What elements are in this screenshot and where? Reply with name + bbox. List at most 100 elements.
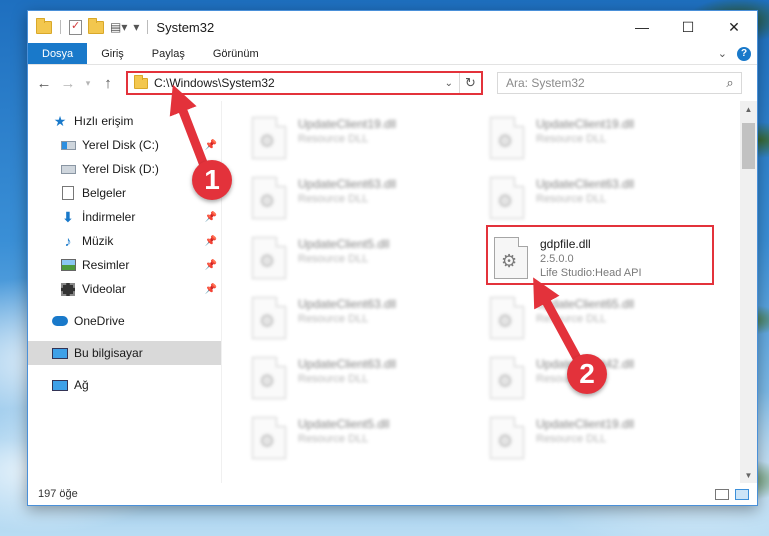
dll-file-icon: ⚙ — [252, 417, 286, 459]
back-arrow-icon[interactable]: ← — [34, 75, 54, 92]
cloud-icon — [52, 314, 68, 328]
file-item[interactable]: ⚙ UpdateClient19.dll Resource DLL — [490, 109, 728, 169]
music-note-icon: ♪ — [64, 233, 72, 249]
tab-home[interactable]: Giriş — [87, 43, 138, 64]
new-folder-icon[interactable] — [88, 17, 104, 34]
file-item[interactable]: ⚙ UpdateClient65.dll Resource DLL — [490, 289, 728, 349]
tab-view[interactable]: Görünüm — [199, 43, 273, 64]
file-description: Resource DLL — [298, 253, 369, 265]
address-bar[interactable]: C:\Windows\System32 ⌄ ↻ — [126, 71, 483, 95]
file-name: UpdateClient63.dll — [298, 357, 397, 371]
file-item[interactable]: ⚙ UpdateClient5.dll Resource DLL — [252, 229, 490, 289]
pin-icon[interactable]: 📌 — [205, 212, 217, 223]
file-description: Resource DLL — [298, 373, 369, 385]
sidebar-item-label: Yerel Disk (C:) — [82, 138, 159, 152]
navigation-pane: ★ Hızlı erişim Yerel Disk (C:) 📌 Yerel D… — [28, 101, 222, 483]
navigation-bar: ← → ▾ ↑ C:\Windows\System32 ⌄ ↻ Ara: Sys… — [28, 65, 757, 101]
ribbon-right-controls: ⌄ ? — [718, 43, 757, 64]
sidebar-item-this-pc[interactable]: Bu bilgisayar — [28, 341, 221, 365]
pictures-icon — [60, 258, 76, 272]
expand-ribbon-chevron-icon[interactable]: ⌄ — [718, 47, 727, 60]
pin-icon[interactable]: 📌 — [205, 284, 217, 295]
folder-icon — [134, 74, 148, 89]
maximize-button[interactable]: ☐ — [665, 11, 711, 43]
dll-file-icon: ⚙ — [490, 357, 524, 399]
dll-file-icon: ⚙ — [252, 297, 286, 339]
search-input[interactable]: Ara: System32 — [506, 76, 719, 90]
file-list-pane: ⚙ UpdateClient19.dll Resource DLL ⚙ Updat… — [222, 101, 757, 483]
sidebar-item-network[interactable]: Ağ — [28, 373, 221, 397]
file-item[interactable]: ⚙ UpdateClient19.dll Resource DLL — [490, 409, 728, 469]
vertical-scrollbar[interactable]: ▲ ▼ — [740, 101, 757, 483]
toolbar-separator — [60, 20, 61, 34]
pin-icon[interactable]: 📌 — [205, 236, 217, 247]
dropdown-arrow-icon[interactable]: ▾ — [133, 20, 139, 34]
file-description: Resource DLL — [298, 433, 369, 445]
refresh-icon[interactable]: ↻ — [459, 73, 481, 93]
help-icon[interactable]: ? — [737, 46, 751, 61]
dll-file-icon: ⚙ — [490, 177, 524, 219]
system-drive-icon — [60, 138, 76, 152]
file-description: Resource DLL — [536, 193, 607, 205]
pin-icon[interactable]: 📌 — [205, 260, 217, 271]
ribbon-tabs: Dosya Giriş Paylaş Görünüm ⌄ ? — [28, 43, 757, 65]
dll-file-icon: ⚙ — [490, 117, 524, 159]
large-icons-view-icon[interactable] — [735, 488, 749, 500]
file-item[interactable]: ⚙ UpdateClient42.dllResource DLL — [490, 349, 728, 409]
sidebar-item-label: Resimler — [82, 258, 130, 272]
forward-arrow-icon[interactable]: → — [58, 75, 78, 92]
window-title: System32 — [156, 19, 215, 35]
dll-file-icon: ⚙ — [490, 417, 524, 459]
star-icon: ★ — [53, 112, 67, 129]
sidebar-item-label: Müzik — [82, 234, 114, 248]
customize-toolbar-icon[interactable]: ▤▾ — [110, 20, 127, 34]
window-controls: — ☐ ✕ — [619, 11, 757, 43]
dll-file-icon: ⚙ — [252, 117, 286, 159]
file-name: gdpfile.dll — [540, 237, 591, 251]
tab-share[interactable]: Paylaş — [138, 43, 199, 64]
scrollbar-thumb[interactable] — [742, 123, 755, 169]
scroll-down-icon[interactable]: ▼ — [740, 467, 757, 483]
file-name: UpdateClient19.dll — [536, 117, 635, 131]
quick-access-toolbar: ▤▾ ▾ — [36, 17, 150, 35]
sidebar-item-music[interactable]: ♪ Müzik 📌 — [28, 229, 221, 253]
sidebar-item-pictures[interactable]: Resimler 📌 — [28, 253, 221, 277]
up-arrow-icon[interactable]: ↑ — [98, 75, 118, 92]
search-icon[interactable]: ⌕ — [719, 75, 741, 91]
scroll-up-icon[interactable]: ▲ — [740, 101, 757, 117]
file-description: Life Studio:Head API — [540, 267, 642, 279]
sidebar-item-videos[interactable]: Videolar 📌 — [28, 277, 221, 301]
sidebar-item-downloads[interactable]: ⬇ İndirmeler 📌 — [28, 205, 221, 229]
step-1-badge: 1 — [192, 160, 232, 200]
file-item[interactable]: ⚙ UpdateClient63.dll Resource DLL — [252, 169, 490, 229]
file-description: Resource DLL — [298, 133, 369, 145]
search-box[interactable]: Ara: System32 ⌕ — [497, 72, 742, 94]
file-item[interactable]: ⚙ UpdateClient63.dll Resource DLL — [252, 349, 490, 409]
close-button[interactable]: ✕ — [711, 11, 757, 43]
properties-icon[interactable] — [69, 19, 82, 35]
file-description: Resource DLL — [536, 313, 607, 325]
minimize-button[interactable]: — — [619, 11, 665, 43]
details-view-icon[interactable] — [715, 488, 729, 500]
sidebar-item-quick-access[interactable]: ★ Hızlı erişim — [28, 109, 221, 133]
address-path[interactable]: C:\Windows\System32 — [154, 76, 439, 90]
file-name: UpdateClient63.dll — [536, 177, 635, 191]
file-item[interactable]: ⚙ UpdateClient63.dll Resource DLL — [252, 289, 490, 349]
tab-file[interactable]: Dosya — [28, 43, 88, 64]
title-bar: ▤▾ ▾ System32 — ☐ ✕ — [28, 11, 757, 43]
drive-icon — [60, 162, 76, 176]
recent-locations-chevron-icon[interactable]: ▾ — [82, 78, 94, 89]
file-name: UpdateClient19.dll — [536, 417, 635, 431]
file-item[interactable]: ⚙ UpdateClient19.dll Resource DLL — [252, 109, 490, 169]
file-item-gdpfile-dll[interactable]: ⚙ gdpfile.dll 2.5.0.0 Life Studio:Head A… — [486, 225, 728, 289]
file-name: UpdateClient63.dll — [298, 177, 397, 191]
file-item[interactable]: ⚙ UpdateClient5.dll Resource DLL — [252, 409, 490, 469]
address-dropdown-icon[interactable]: ⌄ — [439, 78, 459, 89]
network-icon — [52, 378, 68, 392]
pin-icon[interactable]: 📌 — [205, 140, 217, 151]
sidebar-item-local-disk-c[interactable]: Yerel Disk (C:) 📌 — [28, 133, 221, 157]
file-item[interactable]: ⚙ UpdateClient63.dll Resource DLL — [490, 169, 728, 229]
sidebar-item-label: Videolar — [82, 282, 126, 296]
file-name: UpdateClient19.dll — [298, 117, 397, 131]
sidebar-item-onedrive[interactable]: OneDrive — [28, 309, 221, 333]
